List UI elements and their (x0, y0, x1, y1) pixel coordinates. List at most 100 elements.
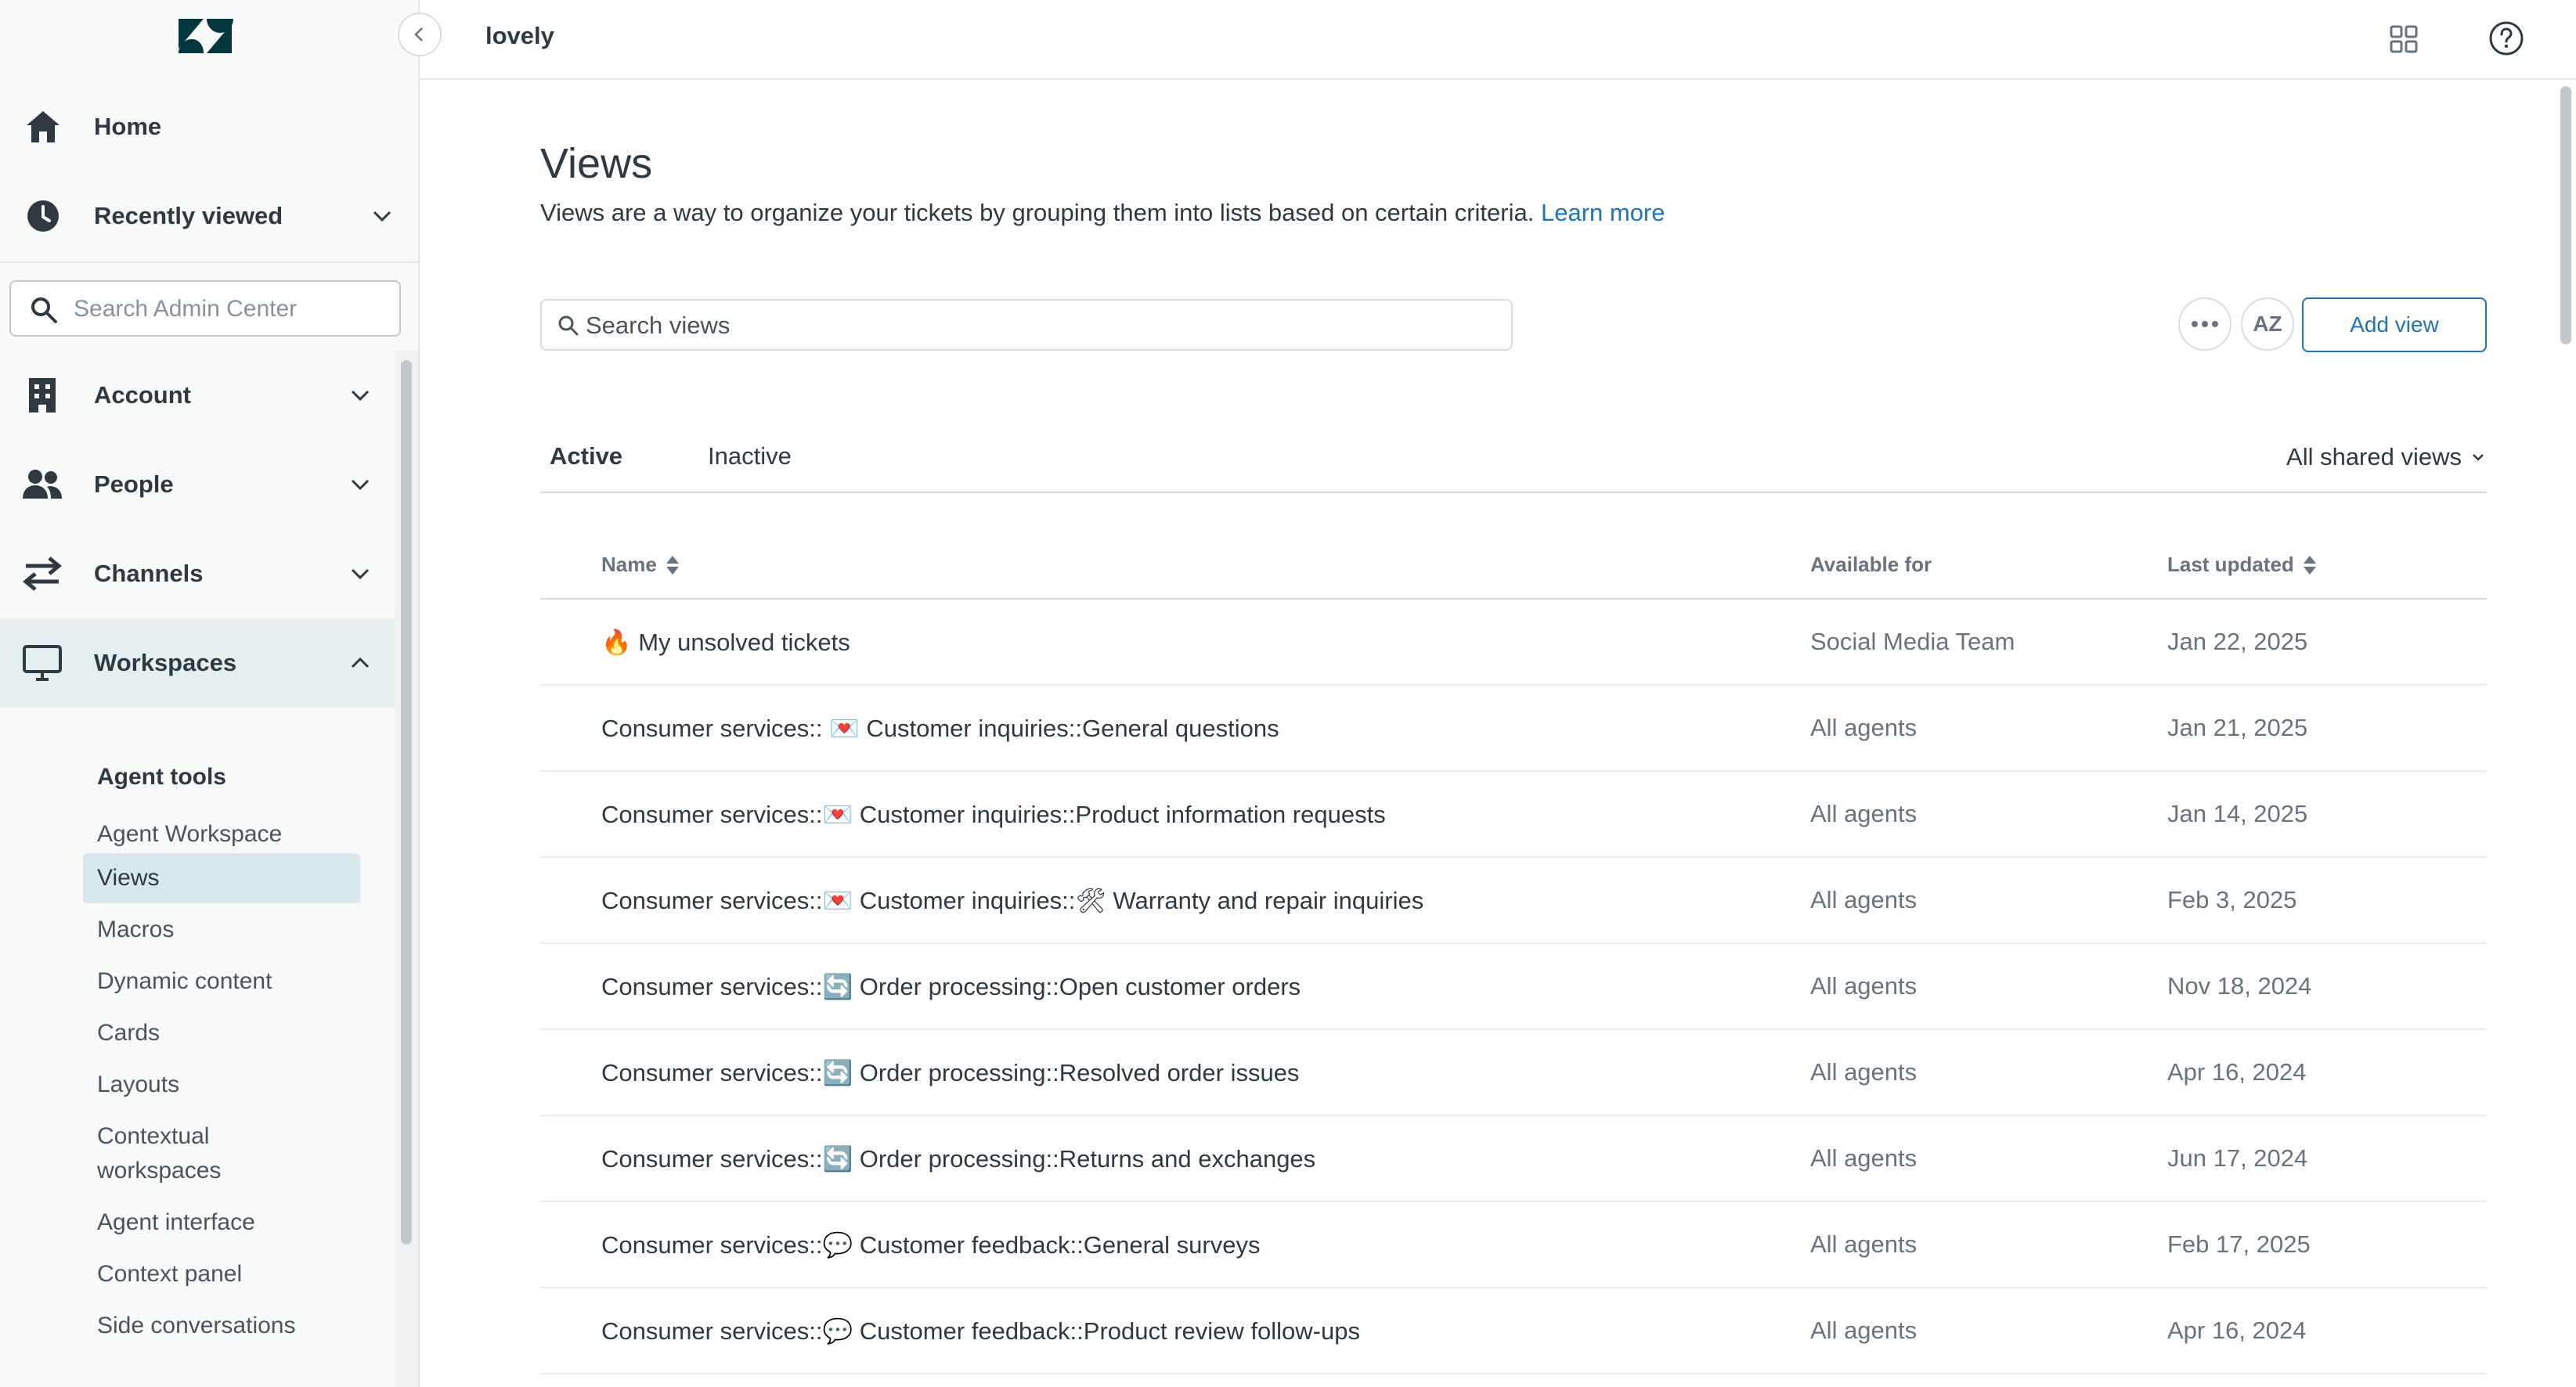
sub-item-views[interactable]: Views (83, 853, 360, 903)
row-name[interactable]: Consumer services::💌 Customer inquiries:… (601, 800, 1386, 829)
row-last-updated: Feb 17, 2025 (2167, 1230, 2311, 1258)
sort-az-button[interactable]: AZ (2241, 297, 2294, 351)
column-available-label: Available for (1810, 553, 1932, 576)
chevron-down-icon (351, 390, 370, 402)
add-view-button[interactable]: Add view (2302, 297, 2487, 352)
main-scrollbar-thumb[interactable] (2560, 86, 2571, 344)
nav-home[interactable]: Home (0, 88, 418, 166)
sub-item-cards[interactable]: Cards (83, 1008, 360, 1058)
row-name[interactable]: Consumer services::💌 Customer inquiries:… (601, 886, 1423, 915)
views-search-box[interactable] (540, 299, 1513, 351)
help-icon[interactable] (2487, 19, 2526, 58)
table-row[interactable]: Consumer services::💌 Customer inquiries:… (540, 772, 2487, 858)
sub-item-agent-workspace[interactable]: Agent Workspace (83, 809, 360, 859)
table-row[interactable]: Consumer services::🔄 Order processing::O… (540, 944, 2487, 1030)
monitor-icon (20, 641, 64, 685)
row-available-for: All agents (1810, 800, 1918, 827)
table-row[interactable]: Consumer services::🔄 Order processing::R… (540, 1116, 2487, 1202)
table-row[interactable]: Consumer services::💌 Customer inquiries:… (540, 858, 2487, 944)
row-name[interactable]: Consumer services::💬 Customer feedback::… (601, 1230, 1260, 1259)
admin-search-box[interactable] (9, 280, 401, 337)
column-available-header: Available for (1810, 553, 1932, 577)
sidebar: Home Recently viewed Account People (0, 0, 420, 1387)
arrows-exchange-icon (20, 552, 64, 596)
nav-recently-viewed[interactable]: Recently viewed (0, 177, 418, 255)
building-icon (20, 373, 64, 417)
nav-people[interactable]: People (0, 440, 395, 529)
column-updated-header[interactable]: Last updated (2167, 553, 2318, 577)
sub-item-context-panel[interactable]: Context panel (83, 1249, 360, 1299)
row-name[interactable]: Consumer services::💬 Customer feedback::… (601, 1317, 1360, 1346)
ellipsis-icon (2192, 321, 2218, 327)
top-bar: lovely (420, 0, 2576, 80)
sidebar-scrollbar-thumb[interactable] (401, 360, 412, 1245)
row-last-updated: Apr 16, 2024 (2167, 1058, 2307, 1086)
table-header: Name Available for Last updated (540, 528, 2487, 600)
row-available-for: All agents (1810, 1317, 1918, 1344)
sort-az-icon: AZ (2253, 312, 2282, 336)
row-last-updated: Nov 18, 2024 (2167, 972, 2312, 1000)
row-available-for: All agents (1810, 972, 1918, 1000)
row-name[interactable]: 🔥 My unsolved tickets (601, 628, 850, 657)
row-name[interactable]: Consumer services:: 💌 Customer inquiries… (601, 714, 1279, 743)
chevron-down-icon (351, 479, 370, 491)
row-last-updated: Apr 16, 2024 (2167, 1317, 2307, 1344)
views-tabs: Active Inactive All shared views (540, 429, 2487, 493)
table-row[interactable]: Consumer services::💬 Customer feedback::… (540, 1202, 2487, 1288)
nav-people-label: People (94, 470, 174, 498)
admin-search-input[interactable] (74, 290, 387, 329)
nav-channels[interactable]: Channels (0, 529, 395, 618)
collapse-sidebar-button[interactable] (398, 13, 442, 56)
row-last-updated: Feb 3, 2025 (2167, 886, 2297, 913)
table-row[interactable]: Consumer services:: 💌 Customer inquiries… (540, 686, 2487, 772)
nav-account[interactable]: Account (0, 351, 395, 440)
views-filter-dropdown[interactable]: All shared views (2286, 434, 2487, 481)
row-available-for: All agents (1810, 714, 1918, 741)
filter-label: All shared views (2286, 443, 2462, 470)
sub-item-agent-interface[interactable]: Agent interface (83, 1198, 360, 1248)
tab-inactive[interactable]: Inactive (698, 429, 801, 493)
sub-item-contextual-workspaces[interactable]: Contextual workspaces (83, 1111, 318, 1196)
page-description: Views are a way to organize your tickets… (540, 199, 1665, 227)
row-last-updated: Jan 14, 2025 (2167, 800, 2308, 827)
home-icon (23, 107, 63, 146)
views-search-input[interactable] (586, 307, 1494, 344)
table-row[interactable]: 🔥 My unsolved tickets Social Media Team … (540, 600, 2487, 686)
table-row[interactable]: Consumer services::🔄 Order processing::R… (540, 1030, 2487, 1116)
account-name: lovely (485, 22, 554, 49)
column-updated-label: Last updated (2167, 553, 2294, 576)
row-name[interactable]: Consumer services::🔄 Order processing::R… (601, 1058, 1299, 1087)
nav-workspaces-label: Workspaces (94, 649, 237, 676)
search-icon (31, 297, 57, 323)
more-options-button[interactable] (2178, 297, 2231, 351)
sidebar-divider (0, 261, 418, 263)
sub-item-side-conversations[interactable]: Side conversations (83, 1301, 360, 1351)
row-name[interactable]: Consumer services::🔄 Order processing::O… (601, 972, 1301, 1001)
chevron-up-icon (351, 657, 370, 668)
tab-active[interactable]: Active (540, 429, 633, 493)
row-name[interactable]: Consumer services::🔄 Order processing::R… (601, 1144, 1315, 1173)
main-content: Views Views are a way to organize your t… (420, 81, 2576, 1387)
row-last-updated: Jan 21, 2025 (2167, 714, 2308, 741)
sub-item-layouts[interactable]: Layouts (83, 1060, 360, 1110)
nav-account-label: Account (94, 381, 191, 409)
column-name-header[interactable]: Name (601, 553, 680, 577)
clock-icon (23, 196, 63, 236)
chevron-down-icon (2473, 454, 2484, 461)
table-row[interactable]: Consumer services::💬 Customer feedback::… (540, 1288, 2487, 1374)
apps-grid-icon[interactable] (2385, 20, 2423, 58)
row-available-for: All agents (1810, 1144, 1918, 1172)
page-title: Views (540, 140, 653, 187)
chevron-down-icon (351, 568, 370, 580)
row-available-for: All agents (1810, 886, 1918, 913)
chevron-left-icon (414, 27, 423, 41)
zendesk-logo[interactable] (177, 17, 233, 55)
views-table: Name Available for Last updated 🔥 My uns… (540, 528, 2487, 1374)
sub-item-macros[interactable]: Macros (83, 905, 360, 955)
nav-channels-label: Channels (94, 560, 204, 587)
sub-item-dynamic-content[interactable]: Dynamic content (83, 956, 360, 1007)
column-name-label: Name (601, 553, 657, 576)
row-available-for: Social Media Team (1810, 628, 2015, 655)
learn-more-link[interactable]: Learn more (1541, 199, 1665, 226)
nav-workspaces[interactable]: Workspaces (0, 618, 395, 708)
